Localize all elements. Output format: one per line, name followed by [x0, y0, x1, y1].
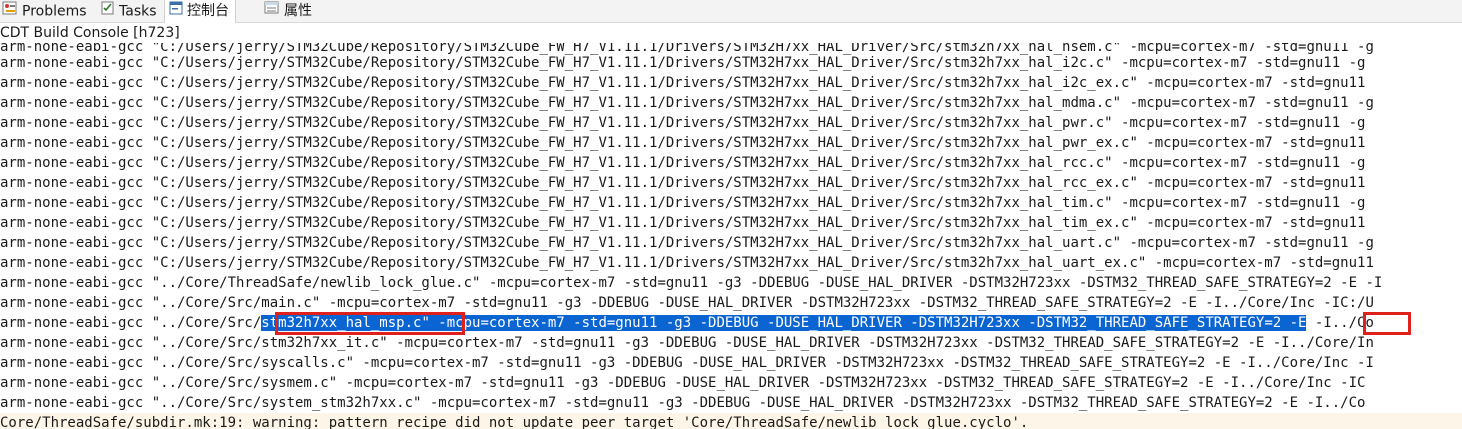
- console-line: arm-none-eabi-gcc "C:/Users/jerry/STM32C…: [0, 55, 1366, 71]
- line-suffix: -I../Co: [1306, 315, 1374, 331]
- tasks-icon: [101, 0, 115, 23]
- console-line: arm-none-eabi-gcc "C:/Users/jerry/STM32C…: [0, 175, 1366, 191]
- console-line: arm-none-eabi-gcc "../Core/Src/sysmem.c"…: [0, 375, 1366, 391]
- console-title: CDT Build Console [h723]: [0, 23, 1462, 43]
- line-prefix: arm-none-eabi-gcc "../Core/Src/: [0, 315, 262, 331]
- console-line: arm-none-eabi-gcc "C:/Users/jerry/STM32C…: [0, 95, 1374, 111]
- properties-icon: [264, 0, 280, 22]
- console-line: arm-none-eabi-gcc "C:/Users/jerry/STM32C…: [0, 155, 1366, 171]
- console-line: arm-none-eabi-gcc "C:/Users/jerry/STM32C…: [0, 135, 1366, 151]
- console-line: arm-none-eabi-gcc "C:/Users/jerry/STM32C…: [0, 235, 1374, 251]
- console-line: arm-none-eabi-gcc "C:/Users/jerry/STM32C…: [0, 195, 1366, 211]
- console-line-selected: arm-none-eabi-gcc "../Core/Src/stm32h7xx…: [0, 313, 1462, 333]
- console-line: arm-none-eabi-gcc "../Core/Src/system_st…: [0, 395, 1366, 411]
- console-line: arm-none-eabi-gcc "../Core/Src/syscalls.…: [0, 355, 1374, 371]
- tab-properties[interactable]: 属性: [264, 0, 312, 22]
- tab-problems-label: Problems: [22, 3, 87, 20]
- tab-problems[interactable]: Problems: [2, 0, 87, 22]
- console-line: arm-none-eabi-gcc "C:/Users/jerry/STM32C…: [0, 255, 1374, 271]
- tab-console[interactable]: 控制台: [164, 0, 236, 23]
- problems-icon: [2, 0, 18, 23]
- tab-tasks-label: Tasks: [119, 3, 157, 20]
- console-output[interactable]: arm-none-eabi-gcc "C:/Users/jerry/STM32C…: [0, 43, 1462, 429]
- tab-console-label: 控制台: [187, 3, 229, 19]
- console-line: arm-none-eabi-gcc "../Core/ThreadSafe/ne…: [0, 275, 1383, 291]
- console-icon: [169, 0, 183, 22]
- console-line: arm-none-eabi-gcc "C:/Users/jerry/STM32C…: [0, 75, 1366, 91]
- console-line: arm-none-eabi-gcc "../Core/Src/main.c" -…: [0, 295, 1374, 311]
- tab-properties-label: 属性: [284, 3, 312, 19]
- tab-tasks[interactable]: Tasks: [101, 0, 157, 22]
- console-line: arm-none-eabi-gcc "C:/Users/jerry/STM32C…: [0, 215, 1366, 231]
- selected-text[interactable]: stm32h7xx_hal_msp.c" -mcpu=cortex-m7 -st…: [261, 315, 1307, 331]
- console-line: arm-none-eabi-gcc "../Core/Src/stm32h7xx…: [0, 335, 1374, 351]
- view-tab-bar: Problems Tasks 控制台 属性: [0, 0, 1462, 23]
- console-line: arm-none-eabi-gcc "C:/Users/jerry/STM32C…: [0, 115, 1366, 131]
- warning-line: Core/ThreadSafe/subdir.mk:19: warning: p…: [0, 413, 1462, 429]
